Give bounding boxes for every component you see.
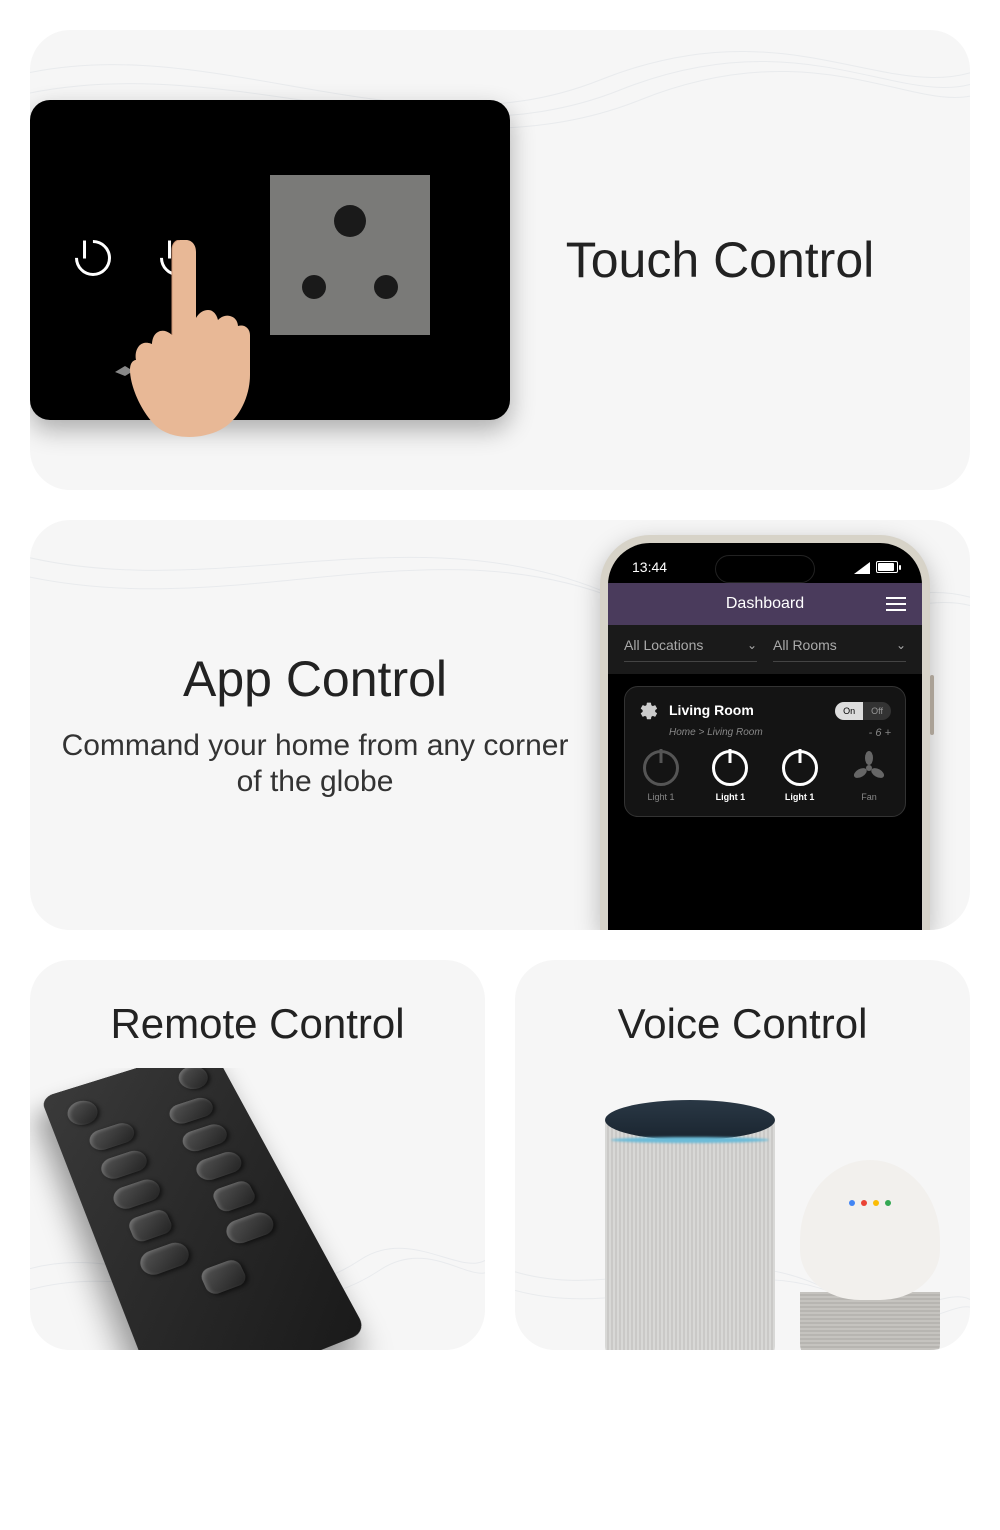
- remote-button: [198, 1257, 248, 1296]
- menu-icon[interactable]: [886, 597, 906, 611]
- app-header-title: Dashboard: [726, 595, 804, 613]
- device-light-2[interactable]: Light 1: [712, 750, 748, 802]
- card-title: App Control: [183, 650, 447, 708]
- chevron-down-icon: ⌄: [896, 638, 906, 652]
- remote-button: [110, 1176, 164, 1212]
- fan-icon: [851, 750, 887, 786]
- status-time: 13:44: [632, 559, 667, 575]
- remote-button: [222, 1209, 277, 1247]
- touch-control-card: Touch Control: [30, 30, 970, 490]
- assistant-dots-icon: [849, 1200, 891, 1206]
- power-icon: [68, 233, 119, 284]
- remote-button: [210, 1179, 258, 1214]
- power-icon: [712, 750, 748, 786]
- device-light-3[interactable]: Light 1: [782, 750, 818, 802]
- room-card: Living Room On Off Home > Living Room - …: [624, 686, 906, 817]
- remote-device: [41, 1068, 367, 1350]
- card-title: Remote Control: [30, 960, 485, 1068]
- smart-switch-panel: [30, 100, 510, 420]
- battery-icon: [876, 561, 898, 573]
- voice-control-card: Voice Control: [515, 960, 970, 1350]
- chevron-down-icon: ⌄: [747, 638, 757, 652]
- remote-button: [174, 1068, 212, 1093]
- remote-button: [166, 1095, 217, 1127]
- breadcrumb: Home > Living Room - 6 +: [669, 727, 891, 738]
- room-name: Living Room: [669, 703, 754, 718]
- device-fan[interactable]: Fan: [851, 750, 887, 802]
- power-outlet: [270, 175, 430, 335]
- card-title: Touch Control: [510, 231, 970, 289]
- app-header: Dashboard: [608, 583, 922, 625]
- card-title: Voice Control: [515, 960, 970, 1068]
- google-home-device: [800, 1160, 940, 1350]
- remote-control-card: Remote Control: [30, 960, 485, 1350]
- gear-icon[interactable]: [639, 701, 659, 721]
- remote-button: [193, 1149, 246, 1183]
- card-subtitle: Command your home from any corner of the…: [60, 728, 570, 800]
- rooms-filter[interactable]: All Rooms⌄: [773, 637, 906, 662]
- locations-filter[interactable]: All Locations⌄: [624, 637, 757, 662]
- power-icon: [643, 750, 679, 786]
- app-control-card: App Control Command your home from any c…: [30, 520, 970, 930]
- fan-level-control[interactable]: - 6 +: [869, 727, 891, 739]
- amazon-echo-device: [605, 1100, 775, 1350]
- device-light-1[interactable]: Light 1: [643, 750, 679, 802]
- phone-notch: [715, 555, 815, 583]
- remote-button: [86, 1120, 137, 1153]
- remote-button: [126, 1207, 174, 1244]
- remote-button: [136, 1239, 192, 1278]
- signal-icon: [854, 561, 870, 573]
- phone-side-button: [930, 675, 934, 735]
- phone-mockup: 13:44 Dashboard All Locations⌄ All Rooms…: [600, 535, 930, 930]
- remote-button: [98, 1148, 150, 1182]
- power-icon: [782, 750, 818, 786]
- remote-button: [179, 1121, 231, 1154]
- hand-pointing-icon: [130, 240, 250, 440]
- room-toggle[interactable]: On Off: [835, 702, 891, 720]
- remote-button: [64, 1097, 102, 1128]
